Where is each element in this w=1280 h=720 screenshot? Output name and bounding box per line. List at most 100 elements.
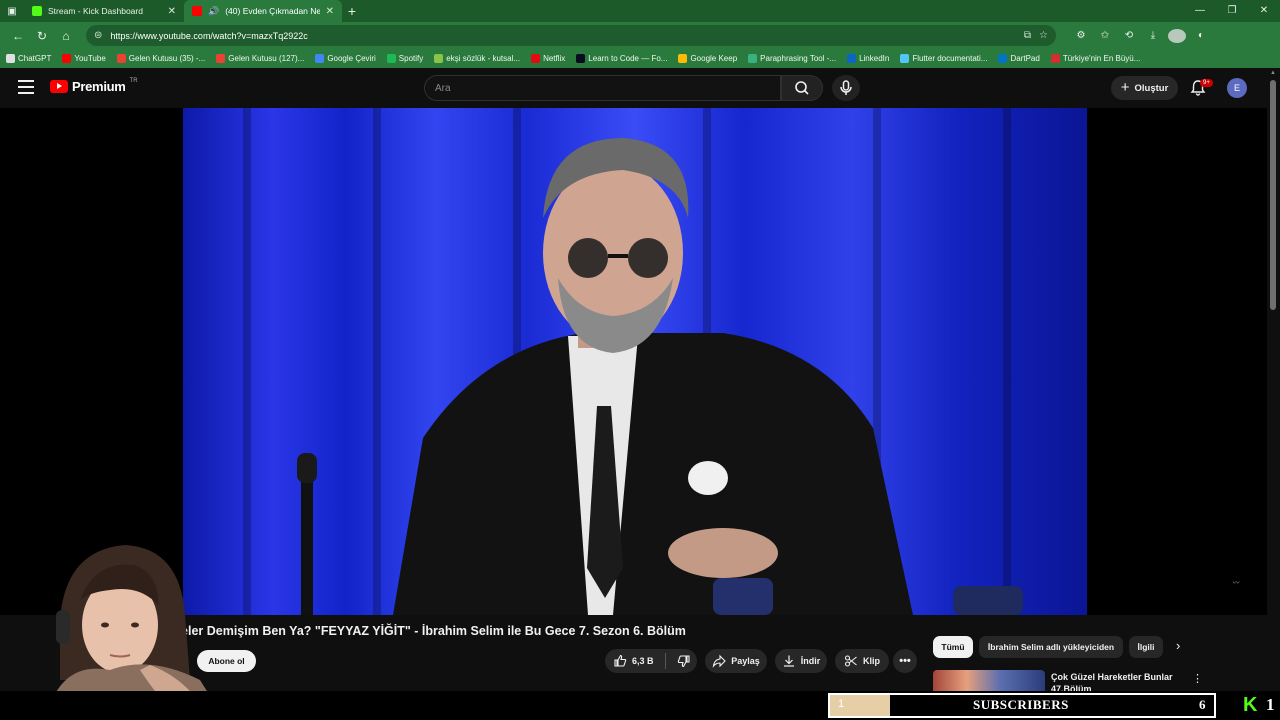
scrollbar-thumb[interactable]: [1270, 80, 1276, 310]
bookmark-item[interactable]: Paraphrasing Tool -...: [748, 54, 836, 63]
extensions-icon[interactable]: ⚙: [1072, 30, 1090, 41]
reload-icon[interactable]: ↻: [30, 29, 54, 43]
clip-button[interactable]: Klip: [835, 649, 889, 673]
bookmark-favicon-icon: [434, 54, 444, 63]
more-actions-button[interactable]: •••: [893, 649, 917, 673]
speaker-icon[interactable]: 🔊: [208, 6, 219, 17]
bookmark-item[interactable]: Gelen Kutusu (127)...: [216, 54, 304, 63]
url-text: https://www.youtube.com/watch?v=mazxTq29…: [110, 30, 308, 41]
video-frame[interactable]: [183, 108, 1087, 615]
close-tab-icon[interactable]: ✕: [326, 6, 334, 17]
site-info-icon[interactable]: ⊜: [94, 30, 102, 41]
bookmark-item[interactable]: Gelen Kutusu (35) -...: [116, 54, 205, 63]
scroll-up-icon[interactable]: ▲: [1270, 70, 1276, 76]
logo-text: Premium: [72, 79, 126, 94]
bookmark-star-icon[interactable]: ☆: [1039, 30, 1048, 41]
bookmark-favicon-icon: [1050, 54, 1060, 63]
share-button[interactable]: Paylaş: [705, 649, 767, 673]
search-button[interactable]: [781, 75, 823, 101]
bookmark-item[interactable]: Spotify: [386, 54, 424, 63]
bookmark-item[interactable]: DartPad: [998, 54, 1040, 63]
account-avatar[interactable]: E: [1227, 78, 1247, 98]
host-figure: [297, 138, 1023, 615]
chip-from-uploader[interactable]: İbrahim Selim adlı yükleyiciden: [979, 636, 1123, 658]
browser-toolbar: ← ↻ ⌂ ⊜ https://www.youtube.com/watch?v=…: [0, 22, 1280, 49]
download-icon: [783, 655, 794, 667]
bookmark-favicon-icon: [6, 54, 15, 63]
window-menu-icon[interactable]: ▣: [0, 6, 24, 17]
install-app-icon[interactable]: ⧉: [1024, 30, 1031, 41]
bookmarks-bar: ChatGPT YouTube Gelen Kutusu (35) -... Gele…: [0, 49, 1280, 68]
youtube-logo[interactable]: Premium TR: [50, 77, 138, 94]
close-tab-icon[interactable]: ✕: [168, 6, 176, 17]
address-bar[interactable]: ⊜ https://www.youtube.com/watch?v=mazxTq…: [86, 25, 1056, 46]
bookmark-label: Flutter documentati...: [912, 54, 988, 63]
microphone-icon: [840, 80, 852, 95]
more-vertical-icon[interactable]: ⋮: [1192, 672, 1203, 685]
youtube-favicon-icon: [192, 6, 202, 16]
profile-icon[interactable]: [1168, 28, 1186, 43]
bookmark-favicon-icon: [216, 54, 226, 63]
copilot-icon[interactable]: ◐: [1192, 30, 1210, 41]
chip-all[interactable]: Tümü: [933, 636, 973, 658]
like-count[interactable]: 6,3 B: [632, 656, 654, 666]
bookmark-label: Türkiye'nin En Büyü...: [1062, 54, 1141, 63]
video-watermark: 〰: [1232, 580, 1239, 587]
tab-kick-dashboard[interactable]: Stream - Kick Dashboard ✕: [24, 0, 184, 22]
bookmark-item[interactable]: Netflix: [531, 54, 565, 63]
bookmark-item[interactable]: Google Keep: [678, 54, 737, 63]
bookmark-favicon-icon: [900, 54, 910, 63]
bookmark-label: Google Çeviri: [327, 54, 376, 63]
dislike-icon[interactable]: [677, 654, 691, 668]
bookmark-item[interactable]: ChatGPT: [6, 54, 51, 63]
bookmark-item[interactable]: YouTube: [62, 54, 106, 63]
search-input[interactable]: Ara: [424, 75, 781, 101]
home-icon[interactable]: ⌂: [54, 29, 78, 43]
favorites-icon[interactable]: ✩: [1096, 30, 1114, 41]
download-button[interactable]: İndir: [775, 649, 827, 673]
maximize-icon[interactable]: ❐: [1216, 0, 1248, 22]
new-tab-icon[interactable]: +: [342, 3, 362, 19]
create-button[interactable]: + Oluştur: [1111, 76, 1178, 100]
like-icon[interactable]: [613, 654, 627, 668]
recommendation-title[interactable]: Çok Güzel Hareketler Bunlar 47.Bölüm: [1051, 671, 1181, 691]
more-horizontal-icon: •••: [899, 655, 911, 667]
plus-icon: +: [1120, 79, 1130, 96]
like-dislike-group: 6,3 B: [605, 649, 697, 673]
chip-related[interactable]: İlgili: [1129, 636, 1163, 658]
kick-favicon-icon: [32, 6, 42, 16]
bookmark-favicon-icon: [576, 54, 586, 63]
kick-logo-icon: K: [1243, 694, 1258, 716]
bookmark-label: DartPad: [1010, 54, 1040, 63]
tab-youtube[interactable]: 🔊 (40) Evden Çıkmadan Neler D ✕: [184, 0, 342, 22]
clip-label: Klip: [863, 656, 880, 666]
bookmark-label: Google Keep: [690, 54, 738, 63]
downloads-icon[interactable]: ⤓: [1144, 30, 1162, 41]
share-label: Paylaş: [731, 656, 760, 666]
bookmark-label: Spotify: [398, 54, 424, 63]
chevron-right-icon[interactable]: ›: [1176, 638, 1180, 653]
history-icon[interactable]: ⟲: [1120, 30, 1138, 41]
bookmark-item[interactable]: Google Çeviri: [315, 54, 376, 63]
minimize-icon[interactable]: —: [1184, 0, 1216, 22]
page-scrollbar[interactable]: ▲: [1267, 68, 1280, 688]
search-placeholder: Ara: [435, 82, 451, 94]
bookmark-item[interactable]: Learn to Code — Fo...: [576, 54, 667, 63]
bookmark-favicon-icon: [62, 54, 72, 63]
region-code: TR: [129, 77, 138, 84]
kick-viewer-count: 1: [1266, 695, 1275, 714]
bookmark-item[interactable]: ekşi sözlük - kutsal...: [434, 54, 520, 63]
bookmark-favicon-icon: [678, 54, 688, 63]
close-window-icon[interactable]: ✕: [1248, 0, 1280, 22]
bookmark-item[interactable]: Türkiye'nin En Büyü...: [1050, 54, 1141, 63]
bookmark-favicon-icon: [531, 54, 541, 63]
bookmark-item[interactable]: Flutter documentati...: [900, 54, 987, 63]
scissors-icon: [844, 655, 857, 667]
bookmark-item[interactable]: LinkedIn: [847, 54, 889, 63]
window-controls: — ❐ ✕: [1184, 0, 1280, 22]
back-icon[interactable]: ←: [6, 29, 30, 43]
menu-icon[interactable]: [18, 80, 34, 94]
recommendation-thumbnail[interactable]: [933, 670, 1045, 692]
browser-tab-strip: ▣ Stream - Kick Dashboard ✕ 🔊 (40) Evden…: [0, 0, 1280, 22]
voice-search-button[interactable]: [832, 75, 860, 101]
